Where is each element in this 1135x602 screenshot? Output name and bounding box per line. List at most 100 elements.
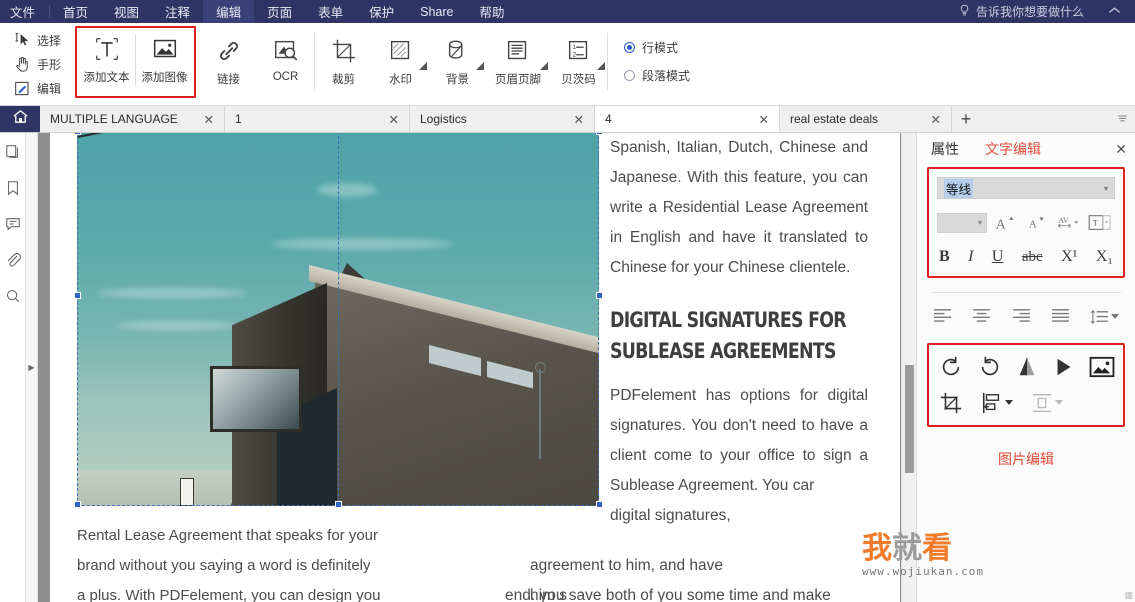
photo-cloud	[117, 321, 237, 330]
header-footer-button[interactable]: 页眉页脚	[486, 28, 550, 87]
add-text-button[interactable]: 添加文本	[78, 28, 135, 85]
page-thumbnail-icon[interactable]	[4, 143, 22, 161]
radio-line-mode[interactable]: 行模式	[624, 39, 690, 56]
menu-item-page[interactable]: 页面	[254, 0, 305, 23]
selection-handle[interactable]	[596, 501, 603, 508]
image-icon[interactable]	[1089, 356, 1115, 378]
home-tab[interactable]	[0, 106, 40, 132]
font-size-select[interactable]: ▾	[937, 213, 987, 233]
document-viewer[interactable]: Rental Lease Agreement that speaks for y…	[38, 133, 916, 602]
tab-4[interactable]: 4 ✕	[595, 106, 780, 132]
chevron-down-icon[interactable]	[419, 57, 427, 75]
bookmark-icon[interactable]	[4, 179, 22, 197]
panel-expander[interactable]: ▶	[26, 133, 38, 602]
tab-1[interactable]: 1 ✕	[225, 106, 410, 132]
link-button[interactable]: 链接	[200, 28, 257, 87]
tab-real-estate-deals[interactable]: real estate deals ✕	[780, 106, 952, 132]
paragraph-fragment-a: digital signatures,	[610, 501, 868, 531]
selection-handle[interactable]	[74, 501, 81, 508]
character-spacing-button[interactable]: AV	[1055, 211, 1083, 235]
svg-text:AV: AV	[1058, 216, 1069, 225]
menu-bar-right: 告诉我你想要做什么	[958, 3, 1135, 20]
radio-paragraph-mode[interactable]: 段落模式	[624, 67, 690, 84]
menu-item-home[interactable]: 首页	[50, 0, 101, 23]
line-spacing-icon[interactable]	[1090, 309, 1119, 325]
vertical-scrollbar[interactable]	[901, 133, 916, 602]
font-family-select[interactable]: 等线 ▾	[937, 177, 1115, 199]
close-icon[interactable]: ✕	[570, 112, 588, 127]
mode-tool-column: 选择 手形 编辑	[0, 23, 69, 99]
tool-hand[interactable]: 手形	[14, 54, 61, 75]
align-objects-icon[interactable]	[981, 391, 1013, 415]
tool-select[interactable]: 选择	[14, 30, 61, 51]
chevron-down-icon: ▾	[978, 218, 982, 227]
close-icon[interactable]: ✕	[385, 112, 403, 127]
tab-multiple-language[interactable]: MULTIPLE LANGUAGE ✕	[40, 106, 225, 132]
image-transform-row	[939, 355, 1115, 379]
strikethrough-button[interactable]: abc	[1022, 249, 1043, 266]
selection-handle[interactable]	[335, 501, 342, 508]
comment-icon[interactable]	[4, 215, 22, 233]
flip-vertical-icon[interactable]	[1016, 355, 1038, 379]
left-column-text[interactable]: Rental Lease Agreement that speaks for y…	[77, 521, 507, 602]
menu-item-share[interactable]: Share	[407, 0, 466, 23]
background-label: 背景	[446, 71, 469, 87]
add-image-icon	[150, 31, 180, 66]
left-text-line-1: Rental Lease Agreement that speaks for y…	[77, 521, 507, 551]
menu-item-form[interactable]: 表单	[305, 0, 356, 23]
decrease-font-size-button[interactable]: A	[1023, 211, 1051, 235]
search-icon[interactable]	[4, 287, 22, 305]
menu-item-file[interactable]: 文件	[0, 0, 49, 23]
chevron-down-icon[interactable]	[540, 57, 548, 75]
chevron-down-icon[interactable]	[1109, 106, 1135, 132]
crop-button[interactable]: 裁剪	[315, 28, 372, 87]
tool-edit[interactable]: 编辑	[14, 78, 61, 99]
selection-handle[interactable]	[74, 292, 81, 299]
close-icon[interactable]: ✕	[1115, 141, 1127, 158]
right-column-text[interactable]: Spanish, Italian, Dutch, Chinese and Jap…	[610, 133, 868, 531]
chevron-up-icon[interactable]	[1102, 6, 1127, 18]
add-image-button[interactable]: 添加图像	[136, 28, 193, 85]
background-button[interactable]: 背景	[429, 28, 486, 87]
selection-handle[interactable]	[596, 292, 603, 299]
subscript-button[interactable]: X₁	[1096, 248, 1113, 266]
bold-button[interactable]: B	[939, 248, 950, 266]
chevron-down-icon[interactable]	[597, 57, 605, 75]
align-center-icon[interactable]	[972, 307, 991, 327]
plus-icon[interactable]: +	[952, 106, 980, 132]
close-icon[interactable]: ✕	[200, 112, 218, 127]
menu-item-help[interactable]: 帮助	[466, 0, 517, 23]
bates-numbering-button[interactable]: 1 2 贝茨码	[550, 28, 607, 87]
align-right-icon[interactable]	[1012, 307, 1031, 327]
italic-button[interactable]: I	[968, 248, 973, 266]
ocr-button[interactable]: OCR	[257, 28, 314, 83]
menu-item-protect[interactable]: 保护	[356, 0, 407, 23]
add-text-icon	[92, 31, 122, 66]
flip-horizontal-icon[interactable]	[1053, 355, 1075, 379]
distribute-objects-icon[interactable]	[1031, 391, 1063, 415]
text-box-style-button[interactable]: T	[1087, 211, 1115, 235]
align-justify-icon[interactable]	[1051, 307, 1070, 327]
close-icon[interactable]: ✕	[755, 112, 773, 127]
superscript-button[interactable]: X¹	[1061, 248, 1077, 266]
chevron-down-icon[interactable]	[476, 57, 484, 75]
scrollbar-thumb[interactable]	[905, 365, 914, 473]
align-left-icon[interactable]	[933, 307, 952, 327]
rotate-cw-icon[interactable]	[978, 355, 1002, 379]
selection-handle[interactable]	[596, 133, 603, 135]
menu-item-view[interactable]: 视图	[101, 0, 152, 23]
tab-label: MULTIPLE LANGUAGE	[50, 112, 200, 126]
menu-item-comment[interactable]: 注释	[152, 0, 203, 23]
crop-icon[interactable]	[939, 391, 963, 415]
rotate-ccw-icon[interactable]	[939, 355, 963, 379]
tab-logistics[interactable]: Logistics ✕	[410, 106, 595, 132]
watermark-button[interactable]: 水印	[372, 28, 429, 87]
underline-button[interactable]: U	[992, 248, 1004, 266]
paperclip-icon[interactable]	[4, 251, 22, 269]
tell-me-search[interactable]: 告诉我你想要做什么	[958, 3, 1084, 20]
bates-numbering-icon: 1 2	[565, 33, 593, 68]
increase-font-size-button[interactable]: A	[991, 211, 1019, 235]
menu-item-edit[interactable]: 编辑	[203, 0, 254, 23]
selection-handle[interactable]	[74, 133, 81, 135]
close-icon[interactable]: ✕	[927, 112, 945, 127]
